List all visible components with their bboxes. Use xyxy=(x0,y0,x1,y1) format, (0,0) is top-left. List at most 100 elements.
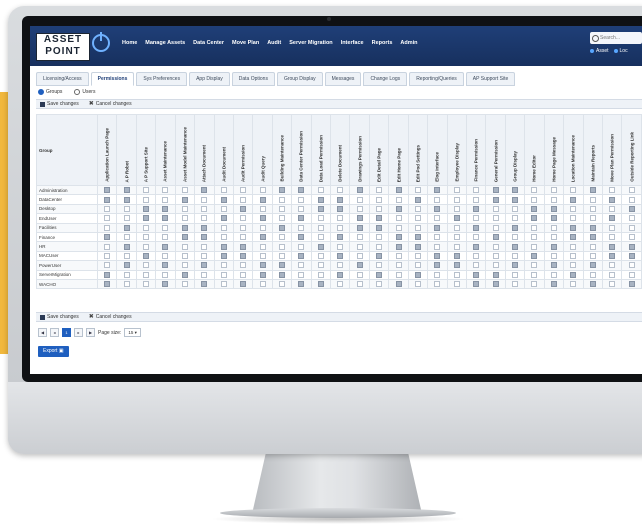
permission-checkbox[interactable] xyxy=(104,262,111,269)
permission-checkbox[interactable] xyxy=(492,215,499,222)
permission-checkbox[interactable] xyxy=(356,262,363,269)
permission-checkbox[interactable] xyxy=(104,281,111,288)
permission-checkbox[interactable] xyxy=(531,252,538,259)
permission-checkbox[interactable] xyxy=(337,281,344,288)
permission-checkbox[interactable] xyxy=(492,196,499,203)
permission-checkbox[interactable] xyxy=(123,224,130,231)
permission-checkbox[interactable] xyxy=(609,271,616,278)
permission-checkbox[interactable] xyxy=(453,196,460,203)
permission-checkbox[interactable] xyxy=(162,262,169,269)
asset-radio[interactable]: Asset xyxy=(590,48,609,54)
permission-checkbox[interactable] xyxy=(201,252,208,259)
permission-checkbox[interactable] xyxy=(259,243,266,250)
permission-checkbox[interactable] xyxy=(473,243,480,250)
permission-checkbox[interactable] xyxy=(570,234,577,241)
export-button[interactable]: Export ▣ xyxy=(38,346,69,357)
permission-checkbox[interactable] xyxy=(298,271,305,278)
permission-checkbox[interactable] xyxy=(376,205,383,212)
prev-page-button[interactable]: ◂ xyxy=(50,328,59,337)
nav-item-admin[interactable]: Admin xyxy=(400,40,417,46)
permission-checkbox[interactable] xyxy=(279,271,285,278)
nav-item-move-plan[interactable]: Move Plan xyxy=(232,40,259,46)
permission-checkbox[interactable] xyxy=(259,187,266,194)
permission-checkbox[interactable] xyxy=(550,271,557,278)
permission-checkbox[interactable] xyxy=(104,234,111,241)
permission-checkbox[interactable] xyxy=(492,234,499,241)
permission-checkbox[interactable] xyxy=(395,252,402,259)
permission-checkbox[interactable] xyxy=(434,271,441,278)
permission-checkbox[interactable] xyxy=(609,224,616,231)
power-icon[interactable] xyxy=(92,32,110,52)
permission-checkbox[interactable] xyxy=(123,271,130,278)
permission-checkbox[interactable] xyxy=(434,224,441,231)
permission-checkbox[interactable] xyxy=(589,205,596,212)
permission-checkbox[interactable] xyxy=(395,187,402,194)
permission-checkbox[interactable] xyxy=(220,262,227,269)
permission-checkbox[interactable] xyxy=(104,271,111,278)
permission-checkbox[interactable] xyxy=(609,205,616,212)
permission-checkbox[interactable] xyxy=(414,243,421,250)
permission-checkbox[interactable] xyxy=(550,281,557,288)
permission-checkbox[interactable] xyxy=(570,215,577,222)
permission-checkbox[interactable] xyxy=(473,262,480,269)
permission-checkbox[interactable] xyxy=(123,205,130,212)
permission-checkbox[interactable] xyxy=(181,224,188,231)
permission-checkbox[interactable] xyxy=(143,234,150,241)
permission-checkbox[interactable] xyxy=(589,243,596,250)
permission-checkbox[interactable] xyxy=(414,271,421,278)
tab-permissions[interactable]: Permissions xyxy=(90,72,135,86)
permission-checkbox[interactable] xyxy=(473,271,480,278)
permission-checkbox[interactable] xyxy=(279,205,285,212)
permission-checkbox[interactable] xyxy=(550,224,557,231)
permission-checkbox[interactable] xyxy=(628,224,635,231)
tab-sys-preferences[interactable]: Sys Preferences xyxy=(136,72,188,86)
last-page-button[interactable]: ▶ xyxy=(86,328,95,337)
permission-checkbox[interactable] xyxy=(298,215,305,222)
permission-checkbox[interactable] xyxy=(589,196,596,203)
permission-checkbox[interactable] xyxy=(609,196,616,203)
permission-checkbox[interactable] xyxy=(317,205,324,212)
permission-checkbox[interactable] xyxy=(201,196,208,203)
permission-checkbox[interactable] xyxy=(531,262,538,269)
permission-checkbox[interactable] xyxy=(628,281,635,288)
permission-checkbox[interactable] xyxy=(531,187,538,194)
permission-checkbox[interactable] xyxy=(337,262,344,269)
permission-checkbox[interactable] xyxy=(512,234,519,241)
permission-checkbox[interactable] xyxy=(259,224,266,231)
permission-checkbox[interactable] xyxy=(531,243,538,250)
permission-checkbox[interactable] xyxy=(434,215,441,222)
tab-messages[interactable]: Messages xyxy=(324,72,362,86)
permission-checkbox[interactable] xyxy=(550,196,557,203)
permission-checkbox[interactable] xyxy=(512,252,519,259)
permission-checkbox[interactable] xyxy=(317,243,324,250)
permission-checkbox[interactable] xyxy=(531,271,538,278)
permission-checkbox[interactable] xyxy=(123,281,130,288)
permission-checkbox[interactable] xyxy=(259,205,266,212)
permission-checkbox[interactable] xyxy=(181,215,188,222)
page-size-select[interactable]: 15 ▾ xyxy=(124,328,141,337)
permission-checkbox[interactable] xyxy=(628,271,635,278)
permission-checkbox[interactable] xyxy=(570,205,577,212)
permission-checkbox[interactable] xyxy=(512,187,519,194)
permission-checkbox[interactable] xyxy=(434,234,441,241)
permission-checkbox[interactable] xyxy=(434,205,441,212)
permission-checkbox[interactable] xyxy=(298,252,305,259)
permission-checkbox[interactable] xyxy=(453,215,460,222)
permission-checkbox[interactable] xyxy=(414,205,421,212)
permission-checkbox[interactable] xyxy=(473,187,480,194)
permission-checkbox[interactable] xyxy=(123,243,130,250)
permission-checkbox[interactable] xyxy=(376,252,383,259)
nav-item-audit[interactable]: Audit xyxy=(267,40,281,46)
permission-checkbox[interactable] xyxy=(376,196,383,203)
permission-checkbox[interactable] xyxy=(512,243,519,250)
tab-data-options[interactable]: Data Options xyxy=(231,72,275,86)
permission-checkbox[interactable] xyxy=(628,205,635,212)
permission-checkbox[interactable] xyxy=(395,234,402,241)
permission-checkbox[interactable] xyxy=(589,271,596,278)
permission-checkbox[interactable] xyxy=(570,252,577,259)
permission-checkbox[interactable] xyxy=(201,262,208,269)
nav-item-data-center[interactable]: Data Center xyxy=(193,40,224,46)
permission-checkbox[interactable] xyxy=(240,281,247,288)
permission-checkbox[interactable] xyxy=(181,243,188,250)
permission-checkbox[interactable] xyxy=(201,281,208,288)
